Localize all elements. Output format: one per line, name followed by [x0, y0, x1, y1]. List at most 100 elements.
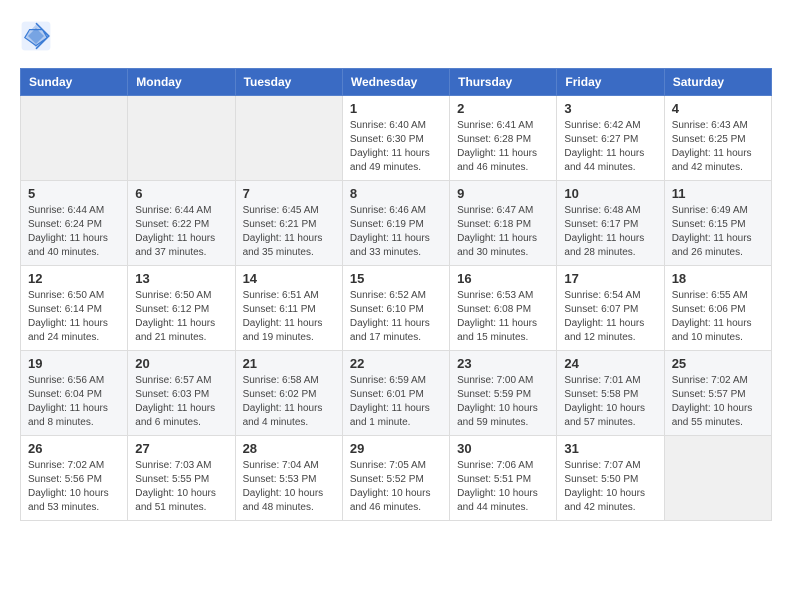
- calendar-cell: 6Sunrise: 6:44 AMSunset: 6:22 PMDaylight…: [128, 181, 235, 266]
- day-info: Sunrise: 6:40 AMSunset: 6:30 PMDaylight:…: [350, 119, 442, 175]
- day-info: Sunrise: 6:59 AMSunset: 6:01 PMDaylight:…: [350, 374, 442, 430]
- day-number: 31: [564, 441, 656, 456]
- day-info: Sunrise: 6:52 AMSunset: 6:10 PMDaylight:…: [350, 289, 442, 345]
- weekday-header-monday: Monday: [128, 69, 235, 96]
- calendar-cell: 1 Sunrise: 6:40 AMSunset: 6:30 PMDaylight…: [342, 96, 449, 181]
- day-number: 3: [564, 101, 656, 116]
- day-info: Sunrise: 6:47 AMSunset: 6:18 PMDaylight:…: [457, 204, 549, 260]
- day-number: 12: [28, 271, 120, 286]
- weekday-header-thursday: Thursday: [450, 69, 557, 96]
- calendar-week-2: 5Sunrise: 6:44 AMSunset: 6:24 PMDaylight…: [21, 181, 772, 266]
- day-number: 15: [350, 271, 442, 286]
- calendar-cell: 27 Sunrise: 7:03 AMSunset: 5:55 PMDayligh…: [128, 436, 235, 521]
- day-info: Sunrise: 6:49 AMSunset: 6:15 PMDaylight:…: [672, 204, 764, 260]
- calendar-cell: 10 Sunrise: 6:48 AMSunset: 6:17 PMDayligh…: [557, 181, 664, 266]
- day-info: Sunrise: 6:58 AMSunset: 6:02 PMDaylight:…: [243, 374, 335, 430]
- day-info: Sunrise: 6:41 AMSunset: 6:28 PMDaylight:…: [457, 119, 549, 175]
- day-number: 9: [457, 186, 549, 201]
- day-number: 25: [672, 356, 764, 371]
- day-info: Sunrise: 7:01 AMSunset: 5:58 PMDaylight:…: [564, 374, 656, 430]
- calendar-cell: 23 Sunrise: 7:00 AMSunset: 5:59 PMDayligh…: [450, 351, 557, 436]
- day-number: 19: [28, 356, 120, 371]
- weekday-header-friday: Friday: [557, 69, 664, 96]
- day-info: Sunrise: 6:55 AMSunset: 6:06 PMDaylight:…: [672, 289, 764, 345]
- day-info: Sunrise: 7:00 AMSunset: 5:59 PMDaylight:…: [457, 374, 549, 430]
- page-header: [20, 20, 772, 52]
- day-info: Sunrise: 6:51 AMSunset: 6:11 PMDaylight:…: [243, 289, 335, 345]
- calendar-cell: 9 Sunrise: 6:47 AMSunset: 6:18 PMDaylight…: [450, 181, 557, 266]
- calendar-cell: 31 Sunrise: 7:07 AMSunset: 5:50 PMDayligh…: [557, 436, 664, 521]
- calendar-cell: 13 Sunrise: 6:50 AMSunset: 6:12 PMDayligh…: [128, 266, 235, 351]
- calendar-cell: 7 Sunrise: 6:45 AMSunset: 6:21 PMDaylight…: [235, 181, 342, 266]
- day-number: 10: [564, 186, 656, 201]
- calendar-cell: [235, 96, 342, 181]
- calendar-cell: 4 Sunrise: 6:43 AMSunset: 6:25 PMDaylight…: [664, 96, 771, 181]
- day-info: Sunrise: 7:06 AMSunset: 5:51 PMDaylight:…: [457, 459, 549, 515]
- calendar-cell: 18 Sunrise: 6:55 AMSunset: 6:06 PMDayligh…: [664, 266, 771, 351]
- calendar-table: SundayMondayTuesdayWednesdayThursdayFrid…: [20, 68, 772, 521]
- calendar-cell: 11 Sunrise: 6:49 AMSunset: 6:15 PMDayligh…: [664, 181, 771, 266]
- logo: [20, 20, 58, 52]
- day-info: Sunrise: 7:05 AMSunset: 5:52 PMDaylight:…: [350, 459, 442, 515]
- day-number: 22: [350, 356, 442, 371]
- day-info: Sunrise: 6:57 AMSunset: 6:03 PMDaylight:…: [135, 374, 227, 430]
- calendar-week-4: 19Sunrise: 6:56 AMSunset: 6:04 PMDayligh…: [21, 351, 772, 436]
- calendar-week-1: 1 Sunrise: 6:40 AMSunset: 6:30 PMDaylight…: [21, 96, 772, 181]
- weekday-header-wednesday: Wednesday: [342, 69, 449, 96]
- day-number: 20: [135, 356, 227, 371]
- day-info: Sunrise: 6:45 AMSunset: 6:21 PMDaylight:…: [243, 204, 335, 260]
- day-info: Sunrise: 6:48 AMSunset: 6:17 PMDaylight:…: [564, 204, 656, 260]
- calendar-week-5: 26Sunrise: 7:02 AMSunset: 5:56 PMDayligh…: [21, 436, 772, 521]
- calendar-cell: 21 Sunrise: 6:58 AMSunset: 6:02 PMDayligh…: [235, 351, 342, 436]
- day-number: 11: [672, 186, 764, 201]
- day-number: 1: [350, 101, 442, 116]
- day-number: 4: [672, 101, 764, 116]
- calendar-cell: 30 Sunrise: 7:06 AMSunset: 5:51 PMDayligh…: [450, 436, 557, 521]
- calendar-cell: 26Sunrise: 7:02 AMSunset: 5:56 PMDayligh…: [21, 436, 128, 521]
- day-number: 26: [28, 441, 120, 456]
- day-info: Sunrise: 6:50 AMSunset: 6:14 PMDaylight:…: [28, 289, 120, 345]
- day-number: 18: [672, 271, 764, 286]
- day-number: 28: [243, 441, 335, 456]
- logo-icon: [20, 20, 52, 52]
- day-info: Sunrise: 7:07 AMSunset: 5:50 PMDaylight:…: [564, 459, 656, 515]
- day-number: 23: [457, 356, 549, 371]
- weekday-header-saturday: Saturday: [664, 69, 771, 96]
- calendar-cell: 16Sunrise: 6:53 AMSunset: 6:08 PMDayligh…: [450, 266, 557, 351]
- day-info: Sunrise: 6:44 AMSunset: 6:22 PMDaylight:…: [135, 204, 227, 260]
- day-number: 5: [28, 186, 120, 201]
- calendar-cell: 22 Sunrise: 6:59 AMSunset: 6:01 PMDayligh…: [342, 351, 449, 436]
- day-number: 13: [135, 271, 227, 286]
- calendar-cell: 8 Sunrise: 6:46 AMSunset: 6:19 PMDaylight…: [342, 181, 449, 266]
- day-number: 30: [457, 441, 549, 456]
- calendar-cell: 28Sunrise: 7:04 AMSunset: 5:53 PMDayligh…: [235, 436, 342, 521]
- day-info: Sunrise: 7:02 AMSunset: 5:57 PMDaylight:…: [672, 374, 764, 430]
- calendar-week-3: 12 Sunrise: 6:50 AMSunset: 6:14 PMDayligh…: [21, 266, 772, 351]
- day-number: 29: [350, 441, 442, 456]
- calendar-cell: 25 Sunrise: 7:02 AMSunset: 5:57 PMDayligh…: [664, 351, 771, 436]
- day-number: 14: [243, 271, 335, 286]
- day-number: 17: [564, 271, 656, 286]
- day-number: 2: [457, 101, 549, 116]
- day-number: 7: [243, 186, 335, 201]
- day-number: 8: [350, 186, 442, 201]
- calendar-cell: 19Sunrise: 6:56 AMSunset: 6:04 PMDayligh…: [21, 351, 128, 436]
- calendar-cell: [128, 96, 235, 181]
- day-info: Sunrise: 6:43 AMSunset: 6:25 PMDaylight:…: [672, 119, 764, 175]
- weekday-header-tuesday: Tuesday: [235, 69, 342, 96]
- day-info: Sunrise: 7:03 AMSunset: 5:55 PMDaylight:…: [135, 459, 227, 515]
- day-number: 16: [457, 271, 549, 286]
- weekday-header-row: SundayMondayTuesdayWednesdayThursdayFrid…: [21, 69, 772, 96]
- weekday-header-sunday: Sunday: [21, 69, 128, 96]
- calendar-cell: 17Sunrise: 6:54 AMSunset: 6:07 PMDayligh…: [557, 266, 664, 351]
- calendar-cell: 29 Sunrise: 7:05 AMSunset: 5:52 PMDayligh…: [342, 436, 449, 521]
- day-number: 27: [135, 441, 227, 456]
- calendar-cell: 20 Sunrise: 6:57 AMSunset: 6:03 PMDayligh…: [128, 351, 235, 436]
- calendar-cell: 3Sunrise: 6:42 AMSunset: 6:27 PMDaylight…: [557, 96, 664, 181]
- day-info: Sunrise: 6:46 AMSunset: 6:19 PMDaylight:…: [350, 204, 442, 260]
- calendar-cell: 12 Sunrise: 6:50 AMSunset: 6:14 PMDayligh…: [21, 266, 128, 351]
- day-info: Sunrise: 6:50 AMSunset: 6:12 PMDaylight:…: [135, 289, 227, 345]
- calendar-cell: [21, 96, 128, 181]
- day-number: 21: [243, 356, 335, 371]
- calendar-cell: [664, 436, 771, 521]
